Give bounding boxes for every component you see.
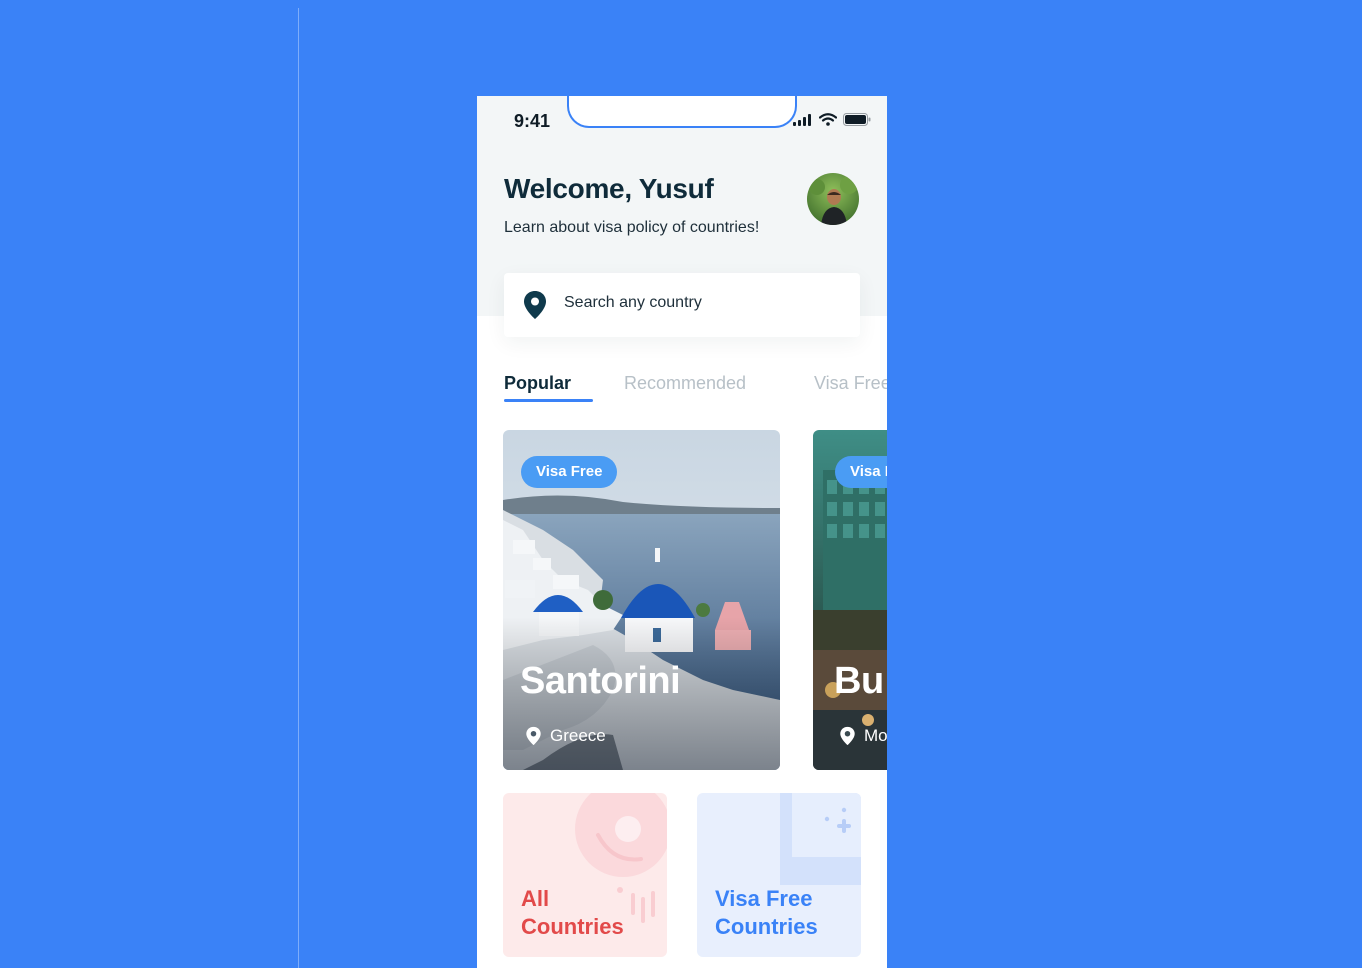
page-subtitle: Learn about visa policy of countries! bbox=[504, 219, 760, 236]
tab-visa-free[interactable]: Visa Free bbox=[814, 373, 887, 394]
search-input[interactable]: Search any country bbox=[504, 273, 860, 337]
card-location-text: Mo bbox=[864, 726, 887, 745]
wifi-icon bbox=[819, 113, 837, 126]
card-location: Greece bbox=[525, 726, 606, 746]
location-pin-icon bbox=[526, 726, 541, 746]
category-label: Visa Free Countries bbox=[715, 885, 818, 941]
visa-free-badge: Visa Free bbox=[521, 456, 618, 488]
category-label-line1: All bbox=[521, 886, 550, 911]
search-placeholder: Search any country bbox=[564, 294, 702, 311]
page-title: Welcome, Yusuf bbox=[504, 173, 714, 204]
tab-popular[interactable]: Popular bbox=[504, 373, 571, 394]
location-pin-icon bbox=[840, 726, 855, 746]
active-tab-indicator bbox=[504, 399, 593, 402]
category-visa-free-countries[interactable]: Visa Free Countries bbox=[697, 793, 861, 957]
signal-icon bbox=[793, 113, 811, 126]
status-time: 9:41 bbox=[514, 111, 551, 131]
avatar[interactable] bbox=[807, 173, 859, 225]
destination-card-2[interactable]: Visa F Bu Mo bbox=[813, 430, 887, 770]
category-label-line2: Countries bbox=[521, 914, 624, 939]
location-pin-icon bbox=[524, 291, 546, 319]
status-icons bbox=[793, 113, 871, 126]
notch bbox=[569, 96, 795, 126]
destination-card-santorini[interactable]: Visa Free Santorini Greece bbox=[503, 430, 780, 770]
visa-free-badge: Visa F bbox=[835, 456, 887, 488]
card-location: Mo bbox=[839, 726, 887, 746]
category-label: All Countries bbox=[521, 885, 624, 941]
category-label-line2: Countries bbox=[715, 914, 818, 939]
card-title: Santorini bbox=[520, 660, 681, 702]
phone-screen: 9:41 Welcome, Yusuf Learn about visa pol… bbox=[477, 96, 887, 968]
card-title: Bu bbox=[834, 660, 884, 702]
category-all-countries[interactable]: All Countries bbox=[503, 793, 667, 957]
card-location-text: Greece bbox=[550, 726, 606, 745]
tab-recommended[interactable]: Recommended bbox=[624, 373, 746, 394]
category-label-line1: Visa Free bbox=[715, 886, 813, 911]
battery-icon bbox=[843, 113, 871, 126]
guide-line bbox=[298, 8, 299, 968]
